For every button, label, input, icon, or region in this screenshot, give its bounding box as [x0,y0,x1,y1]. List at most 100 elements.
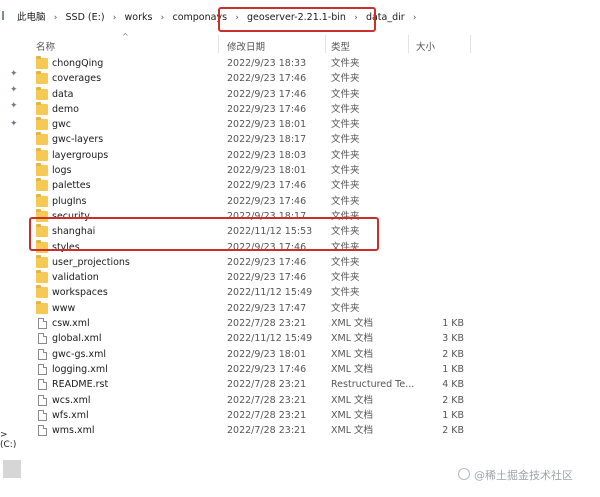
file-name: README.rst [52,379,109,391]
file-modified: 2022/9/23 17:46 [227,180,307,192]
list-item[interactable]: wms.xml 2022/7/28 23:21 XML 文档 2 KB [30,423,600,438]
list-item[interactable]: wfs.xml 2022/7/28 23:21 XML 文档 1 KB [30,408,600,423]
list-item[interactable]: gwc-gs.xml 2022/9/23 18:01 XML 文档 2 KB [30,347,600,362]
file-modified: 2022/11/12 15:49 [227,333,313,345]
list-item[interactable]: gwc 2022/9/23 18:01 文件夹 [30,117,600,132]
file-modified: 2022/9/23 18:17 [227,134,307,146]
file-name: user_projections [52,256,130,268]
file-size: 1 KB [442,318,464,330]
list-item[interactable]: plugIns 2022/9/23 17:46 文件夹 [30,193,600,209]
list-item[interactable]: chongQing 2022/9/23 18:33 文件夹 [30,56,600,71]
column-header-name[interactable]: 名称 [36,39,55,53]
folder-icon [36,71,48,85]
file-modified: 2022/9/23 17:46 [227,195,307,207]
pin-icon[interactable]: ✦ [10,86,18,95]
file-size: 2 KB [442,348,464,360]
folder-icon [36,147,48,161]
file-icon [38,409,47,421]
file-icon [38,348,47,360]
file-list: chongQing 2022/9/23 18:33 文件夹 coverages 202… [30,56,600,446]
list-item[interactable]: logging.xml 2022/9/23 17:46 XML 文档 1 KB [30,362,600,377]
highlight-box-shanghai [29,217,379,251]
list-item[interactable]: csw.xml 2022/7/28 23:21 XML 文档 1 KB [30,316,600,331]
list-item[interactable]: logs 2022/9/23 18:01 文件夹 [30,163,600,178]
folder-icon [36,270,48,284]
column-header-size[interactable]: 大小 [416,39,435,53]
file-type: 文件夹 [331,149,360,161]
pin-icon[interactable]: ✦ [10,70,18,79]
list-item[interactable]: workspaces 2022/11/12 15:49 文件夹 [30,285,600,300]
list-item[interactable]: validation 2022/9/23 17:46 文件夹 [30,270,600,285]
pin-icon[interactable]: ✦ [10,102,18,111]
file-modified: 2022/9/23 17:46 [227,272,307,284]
file-icon [38,363,47,375]
file-type: 文件夹 [331,103,360,115]
folder-icon [36,117,48,131]
file-type: XML 文档 [331,333,374,345]
folder-icon [36,178,48,192]
breadcrumb-chevron-icon[interactable]: › [108,11,122,25]
list-item[interactable]: gwc-layers 2022/9/23 18:17 文件夹 [30,132,600,147]
folder-icon [36,86,48,100]
file-type: XML 文档 [331,409,374,421]
file-modified: 2022/7/28 23:21 [227,409,307,421]
nav-item-c-drive[interactable]: > (C:) [0,430,24,450]
sort-ascending-icon: ^ [122,32,129,41]
breadcrumb-chevron-icon[interactable]: › [49,11,63,25]
file-type: 文件夹 [331,287,360,299]
file-size: 2 KB [442,394,464,406]
file-size: 3 KB [442,333,464,345]
file-modified: 2022/9/23 17:46 [227,363,307,375]
breadcrumb-chevron-icon[interactable]: › [155,11,169,25]
file-modified: 2022/9/23 17:46 [227,256,307,268]
list-item[interactable]: palettes 2022/9/23 17:46 文件夹 [30,178,600,193]
folder-icon [36,163,48,177]
list-item[interactable]: layergroups 2022/9/23 18:03 文件夹 [30,147,600,163]
file-size: 2 KB [442,425,464,437]
file-name: wfs.xml [52,409,89,421]
list-item[interactable]: coverages 2022/9/23 17:46 文件夹 [30,71,600,86]
folder-icon [36,193,48,207]
file-size: 4 KB [442,379,464,391]
folder-icon [36,254,48,268]
nav-scrollbar[interactable] [3,460,21,478]
pin-icon[interactable]: ✦ [10,120,18,129]
watermark-text: @稀土掘金技术社区 [474,469,573,482]
column-divider[interactable] [408,35,409,53]
list-item[interactable]: wcs.xml 2022/7/28 23:21 XML 文档 2 KB [30,393,600,408]
file-type: 文件夹 [331,165,360,177]
list-item[interactable]: README.rst 2022/7/28 23:21 Restructured Te… [30,377,600,392]
highlight-box-path [218,7,376,32]
file-name: coverages [52,73,102,85]
file-type: 文件夹 [331,195,360,207]
list-item[interactable]: demo 2022/9/23 17:46 文件夹 [30,101,600,117]
column-divider[interactable] [218,35,219,53]
file-name: wcs.xml [52,394,91,406]
file-modified: 2022/9/23 18:33 [227,58,307,69]
breadcrumb-item-this-pc[interactable]: 此电脑 [14,11,49,25]
file-name: plugIns [52,195,87,207]
folder-icon [36,101,48,115]
list-item[interactable]: global.xml 2022/11/12 15:49 XML 文档 3 KB [30,331,600,346]
file-type: 文件夹 [331,272,360,284]
list-item[interactable]: user_projections 2022/9/23 17:46 文件夹 [30,254,600,270]
file-modified: 2022/9/23 17:47 [227,302,307,314]
file-type: 文件夹 [331,134,360,146]
file-icon [38,425,47,437]
navigation-pane: ✦ ✦ ✦ ✦ > (C:) [0,34,24,497]
computer-icon [2,11,9,20]
breadcrumb-item-ssd[interactable]: SSD (E:) [63,11,108,25]
column-divider[interactable] [470,35,471,53]
column-header-modified[interactable]: 修改日期 [227,39,265,53]
list-item[interactable]: data 2022/9/23 17:46 文件夹 [30,86,600,102]
file-modified: 2022/11/12 15:49 [227,287,313,299]
column-header-type[interactable]: 类型 [331,39,350,53]
file-name: data [52,88,74,100]
file-size: 1 KB [442,409,464,421]
list-item[interactable]: www 2022/9/23 17:47 文件夹 [30,300,600,316]
column-divider[interactable] [325,35,326,53]
file-modified: 2022/9/23 18:01 [227,348,307,360]
breadcrumb-chevron-icon[interactable]: › [408,11,422,25]
file-type: 文件夹 [331,73,360,85]
breadcrumb-item-works[interactable]: works [122,11,156,25]
